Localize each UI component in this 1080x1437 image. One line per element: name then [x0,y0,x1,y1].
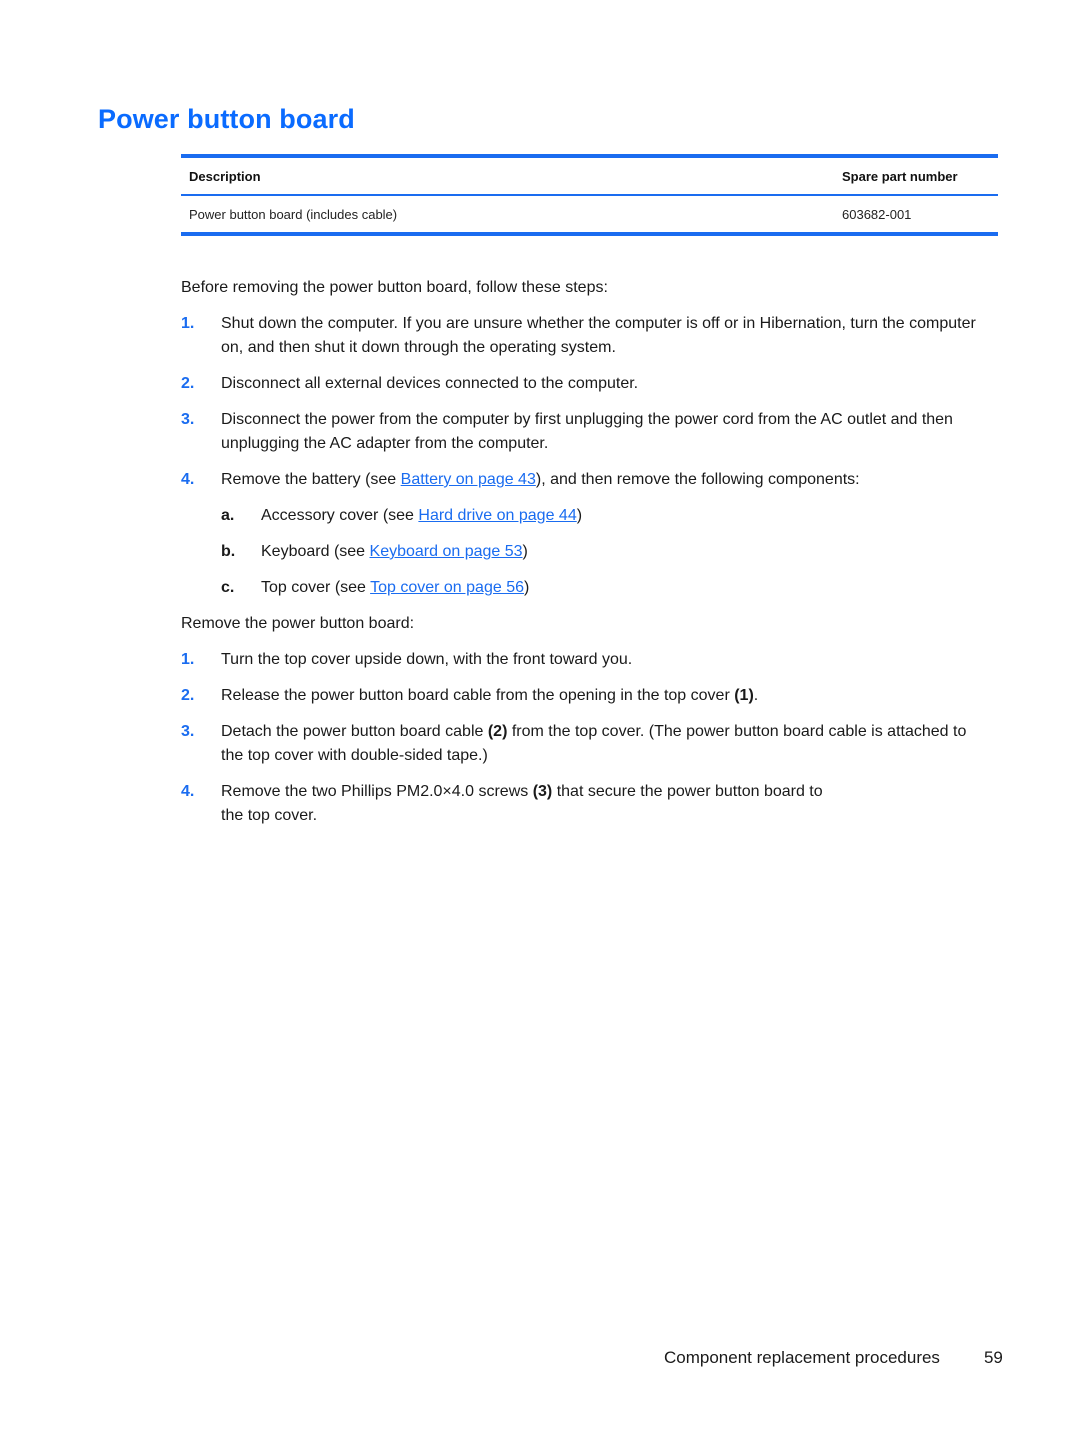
step-text: that secure the power button board to [552,783,823,800]
removal-step: 4. Remove the two Phillips PM2.0×4.0 scr… [181,780,991,828]
step-text: Release the power button board cable fro… [221,687,735,704]
removal-steps: 1. Turn the top cover upside down, with … [181,648,991,828]
column-header-part-number: Spare part number [842,168,958,184]
step-number: 2. [181,375,195,392]
removal-intro: Remove the power button board: [181,615,415,632]
page-number: 59 [983,1348,1003,1367]
step-number: 4. [181,783,195,800]
footer-section-title: Component replacement procedures [664,1348,940,1367]
step-text: Shut down the computer. If you are unsur… [221,315,976,356]
callout-number: (2) [487,723,508,740]
link-hard-drive[interactable]: Hard drive on page 44 [418,507,576,524]
step-text: Turn the top cover upside down, with the… [221,651,633,668]
link-battery[interactable]: Battery on page 43 [401,471,536,488]
preparation-step: 3. Disconnect the power from the compute… [181,408,991,456]
step-text: Remove the battery (see [221,471,401,488]
substep: c. Top cover (see Top cover on page 56) [221,576,991,600]
callout-number: (3) [532,783,553,800]
preparation-intro: Before removing the power button board, … [181,279,608,296]
step-text: Disconnect the power from the computer b… [221,411,953,452]
cell-description: Power button board (includes cable) [189,206,398,222]
preparation-step: 2. Disconnect all external devices conne… [181,372,991,396]
substep-text: ) [576,507,583,524]
page-footer: Component replacement procedures 59 [664,1348,1003,1368]
step-text: ), and then remove the following compone… [535,471,860,488]
step-number: 3. [181,723,195,740]
table-row: Power button board (includes cable) 6036… [181,196,998,232]
preparation-step: 1. Shut down the computer. If you are un… [181,312,991,360]
page-title: Power button board [98,104,355,134]
substep-letter: b. [221,543,236,560]
step-text: Disconnect all external devices connecte… [221,375,639,392]
step-number: 4. [181,471,195,488]
table-header-row: Description Spare part number [181,158,998,196]
substep-text: Accessory cover (see [261,507,419,524]
removal-step: 3. Detach the power button board cable (… [181,720,991,768]
substep-letter: c. [221,579,235,596]
step-number: 1. [181,315,195,332]
component-substeps: a. Accessory cover (see Hard drive on pa… [221,504,991,600]
step-text: Detach the power button board cable [221,723,488,740]
substep: b. Keyboard (see Keyboard on page 53) [221,540,991,564]
substep-text: ) [523,579,530,596]
step-number: 2. [181,687,195,704]
removal-step: 1. Turn the top cover upside down, with … [181,648,991,672]
removal-step: 2. Release the power button board cable … [181,684,991,708]
substep-text: ) [522,543,528,560]
cell-part-number: 603682-001 [842,206,912,222]
preparation-step: 4. Remove the battery (see Battery on pa… [181,468,991,600]
step-text: . [753,687,759,704]
step-text: the top cover. [221,807,318,824]
substep-letter: a. [221,507,235,524]
step-number: 3. [181,411,195,428]
preparation-steps: 1. Shut down the computer. If you are un… [181,312,991,600]
spare-parts-table: Description Spare part number Power butt… [181,154,998,236]
procedure-content: Before removing the power button board, … [181,276,991,840]
link-top-cover[interactable]: Top cover on page 56 [370,579,524,596]
link-keyboard[interactable]: Keyboard on page 53 [370,543,523,560]
column-header-description: Description [189,168,261,184]
step-text: Remove the two Phillips PM2.0×4.0 screws [221,783,533,800]
substep-text: Keyboard (see [261,543,370,560]
callout-number: (1) [734,687,754,704]
substep-text: Top cover (see [261,579,371,596]
step-number: 1. [181,651,195,668]
substep: a. Accessory cover (see Hard drive on pa… [221,504,991,528]
